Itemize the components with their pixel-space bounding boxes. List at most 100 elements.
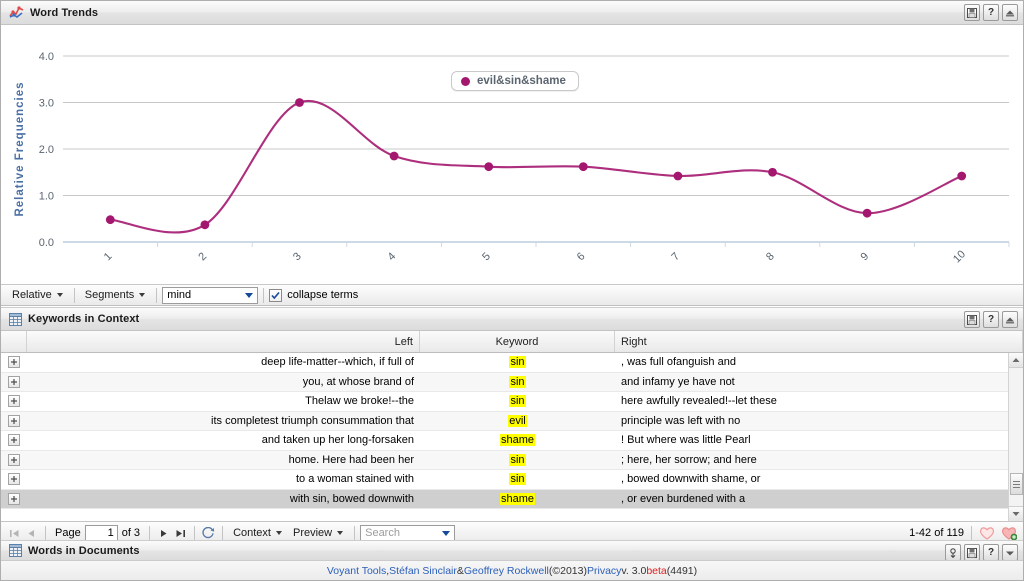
kwic-row-container: deep life-matter--which, if full of sin , … — [1, 353, 1009, 509]
privacy-link[interactable]: Privacy — [587, 565, 621, 577]
help-icon[interactable]: ? — [983, 311, 999, 328]
table-row[interactable]: its completest triumph consummation that… — [1, 411, 1009, 431]
collapse-up-icon[interactable] — [1002, 4, 1018, 21]
table-row[interactable]: deep life-matter--which, if full of sin , … — [1, 353, 1009, 373]
table-row[interactable]: you, at whose brand of sin and infamy ye h… — [1, 372, 1009, 392]
legend-color-swatch — [461, 76, 470, 86]
kwic-vertical-scrollbar[interactable] — [1008, 353, 1023, 521]
column-header-right[interactable]: Right — [615, 331, 1023, 352]
help-icon[interactable]: ? — [983, 4, 999, 21]
segments-menu[interactable]: Segments — [80, 286, 152, 304]
cell-keyword: sin — [420, 453, 615, 466]
heart-add-icon[interactable] — [1001, 526, 1017, 540]
cell-left-context: home. Here had been her — [288, 453, 414, 466]
scroll-down-icon[interactable] — [1009, 506, 1023, 521]
x-axis-tick-label: 6 — [575, 250, 588, 263]
y-axis-title: Relative Frequencies — [14, 81, 26, 216]
expand-plus-icon[interactable] — [8, 453, 20, 466]
toolbar-divider — [73, 287, 75, 303]
table-row[interactable]: home. Here had been her sin ; here, her so… — [1, 450, 1009, 470]
y-axis-tick-label: 3.0 — [39, 98, 54, 110]
chart-data-point[interactable] — [105, 215, 115, 225]
x-axis-tick-label: 8 — [764, 250, 777, 263]
column-header-keyword[interactable]: Keyword — [420, 331, 615, 352]
footer-build: (4491) — [666, 564, 698, 577]
scrollbar-thumb[interactable] — [1010, 473, 1023, 495]
search-combo-arrow[interactable] — [437, 526, 454, 541]
chart-data-point[interactable] — [957, 171, 967, 181]
cell-keyword: shame — [420, 434, 615, 447]
previous-page-button[interactable] — [23, 525, 40, 542]
table-row[interactable]: Thelaw we broke!--the sin here awfully rev… — [1, 392, 1009, 412]
words-in-documents-title: Words in Documents — [28, 544, 140, 557]
heart-icon[interactable] — [979, 526, 995, 540]
expand-plus-icon[interactable] — [8, 414, 20, 427]
chart-data-point[interactable] — [673, 171, 683, 181]
kwic-tools: ? — [964, 311, 1018, 328]
chart-data-point[interactable] — [295, 98, 304, 107]
table-row[interactable]: and taken up her long-forsaken shame ! But… — [1, 431, 1009, 451]
collapse-terms-label[interactable]: collapse terms — [287, 289, 358, 301]
column-header-left[interactable]: Left — [27, 331, 420, 352]
term-combo[interactable]: mind — [162, 286, 259, 304]
cell-left-context: and taken up her long-forsaken — [261, 434, 414, 447]
chart-data-point[interactable] — [768, 167, 777, 177]
words-in-documents-header[interactable]: Words in Documents ? — [1, 540, 1023, 561]
collapse-up-icon[interactable] — [1002, 311, 1018, 328]
geoffrey-rockwell-link[interactable]: Geoffrey Rockwell — [464, 565, 549, 577]
last-page-button[interactable] — [172, 525, 189, 542]
term-combo-arrow[interactable] — [240, 287, 258, 303]
y-axis-tick-label: 2.0 — [39, 144, 54, 156]
search-input[interactable]: Search — [360, 524, 456, 542]
expand-plus-icon[interactable] — [8, 473, 20, 486]
expand-plus-icon[interactable] — [8, 375, 20, 388]
y-axis-tick-label: 0.0 — [39, 237, 54, 249]
chart-data-point[interactable] — [578, 162, 588, 172]
save-icon[interactable] — [964, 311, 980, 328]
kwic-column-headers: Left Keyword Right — [1, 331, 1023, 353]
keyword-highlight: sin — [509, 453, 526, 466]
cell-left-context: Thelaw we broke!--the — [305, 395, 414, 408]
expand-plus-icon[interactable] — [8, 492, 20, 505]
first-page-button[interactable] — [6, 525, 23, 542]
collapse-terms-checkbox[interactable] — [269, 288, 283, 302]
chart-data-point[interactable] — [484, 162, 494, 172]
expand-plus-icon[interactable] — [8, 434, 20, 447]
page-label: Page — [55, 527, 81, 539]
row-expander — [1, 473, 27, 486]
page-total-label: of 3 — [121, 527, 141, 539]
chevron-down-icon — [275, 531, 282, 535]
chart-data-point[interactable] — [200, 220, 210, 230]
word-trends-tools: ? — [964, 4, 1018, 21]
line-chart-canvas: 0.0 1.0 2.0 3.0 4.0 Relative Frequencies 1 2 3 4 5… — [14, 51, 1010, 265]
expand-plus-icon[interactable] — [8, 395, 20, 408]
column-header-expander — [1, 331, 27, 352]
scroll-up-icon[interactable] — [1009, 353, 1023, 368]
save-icon[interactable] — [964, 544, 980, 561]
help-icon[interactable]: ? — [983, 544, 999, 561]
row-expander — [1, 375, 27, 388]
chart-legend[interactable]: evil&sin&shame — [451, 71, 579, 91]
page-number-input[interactable] — [84, 525, 118, 541]
chart-data-point[interactable] — [389, 151, 399, 161]
words-in-documents-panel: Words in Documents ? — [1, 540, 1023, 561]
table-row[interactable]: with sin, bowed downwith shame , or even b… — [1, 489, 1009, 509]
pager-divider — [194, 525, 196, 541]
keywords-in-context-panel: Keywords in Context ? Left Keyword Right… — [1, 307, 1023, 544]
cell-keyword: sin — [420, 395, 615, 408]
keyword-highlight: sin — [509, 375, 526, 388]
expand-plus-icon[interactable] — [8, 356, 20, 369]
save-icon[interactable] — [964, 4, 980, 21]
voyant-tools-link[interactable]: Voyant Tools — [327, 565, 386, 577]
relative-scale-menu[interactable]: Relative — [7, 286, 69, 304]
expand-down-icon[interactable] — [1002, 544, 1018, 561]
next-page-button[interactable] — [155, 525, 172, 542]
table-row[interactable]: to a woman stained with sin , bowed downwi… — [1, 470, 1009, 490]
stefan-sinclair-link[interactable]: Stéfan Sinclair — [389, 565, 457, 577]
export-icon[interactable] — [945, 544, 961, 561]
refresh-icon[interactable] — [200, 525, 217, 542]
chart-data-point[interactable] — [862, 208, 872, 218]
keyword-highlight: shame — [499, 492, 536, 505]
chevron-down-icon — [244, 292, 253, 298]
word-trends-chart: 0.0 1.0 2.0 3.0 4.0 Relative Frequencies 1 2 3 4 5… — [1, 26, 1023, 283]
